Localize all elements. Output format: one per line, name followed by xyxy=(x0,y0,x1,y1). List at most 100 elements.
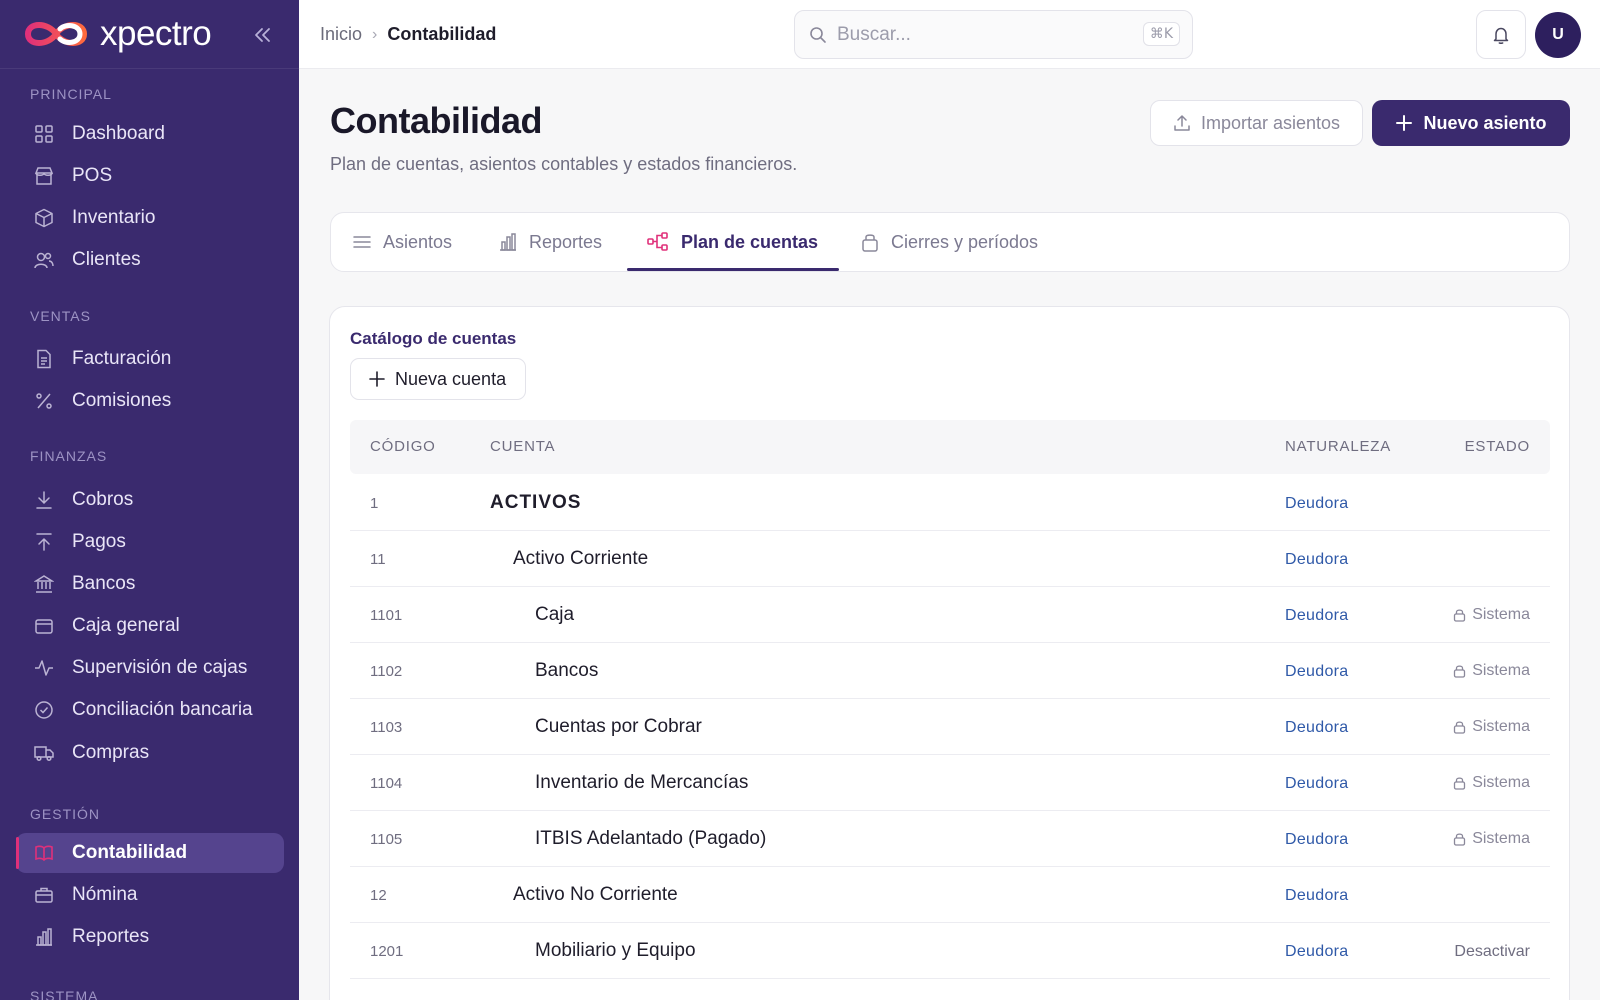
plus-icon xyxy=(1396,115,1413,131)
sidebar-item-nomina[interactable]: Nómina xyxy=(16,875,284,915)
sidebar-item-supervision-cajas[interactable]: Supervisión de cajas xyxy=(16,648,284,688)
account-nature: Deudora xyxy=(1285,775,1349,792)
account-name: Cuentas por Cobrar xyxy=(535,716,702,737)
table-row[interactable]: 1101 Caja Deudora Sistema xyxy=(350,587,1550,643)
sidebar-item-comisiones[interactable]: Comisiones xyxy=(16,381,284,421)
import-entries-label: Importar asientos xyxy=(1200,112,1341,133)
nav-section-label: FINANZAS xyxy=(30,448,108,464)
sidebar-item-label: Caja general xyxy=(72,615,180,636)
account-nature: Deudora xyxy=(1285,607,1349,624)
account-name: Activo No Corriente xyxy=(513,884,678,905)
users-icon xyxy=(34,252,54,269)
sidebar-item-clientes[interactable]: Clientes xyxy=(16,240,284,280)
nav-section-finanzas: FINANZAS xyxy=(0,448,107,464)
column-header-nature[interactable]: NATURALEZA xyxy=(1285,438,1391,455)
lock-icon xyxy=(1454,721,1466,734)
account-nature: Deudora xyxy=(1285,887,1349,904)
status-badge: Sistema xyxy=(1453,606,1530,624)
page-subtitle: Plan de cuentas, asientos contables y es… xyxy=(330,154,798,174)
breadcrumb-current: Contabilidad xyxy=(387,24,497,44)
breadcrumb-home-link[interactable]: Inicio xyxy=(320,24,362,45)
status-text: Sistema xyxy=(1472,774,1530,791)
sidebar-item-reportes[interactable]: Reportes xyxy=(16,917,284,957)
upload-icon xyxy=(36,533,52,551)
sidebar-item-inventario[interactable]: Inventario xyxy=(16,198,284,238)
briefcase-icon xyxy=(35,887,53,903)
status-badge: Sistema xyxy=(1453,774,1530,792)
column-header-status[interactable]: ESTADO xyxy=(1465,438,1530,455)
new-account-button[interactable]: Nueva cuenta xyxy=(350,358,526,400)
sidebar-item-conciliacion[interactable]: Conciliación bancaria xyxy=(16,690,284,730)
collapse-sidebar-icon[interactable] xyxy=(249,22,275,48)
sidebar-item-pagos[interactable]: Pagos xyxy=(16,522,284,562)
sidebar-item-label: Bancos xyxy=(72,573,136,594)
sidebar-item-facturacion[interactable]: Facturación xyxy=(16,339,284,379)
tab-asientos[interactable]: Asientos xyxy=(353,213,452,271)
sidebar-item-caja-general[interactable]: Caja general xyxy=(16,606,284,646)
account-name: Activo Corriente xyxy=(513,548,649,569)
import-entries-button[interactable]: Importar asientos xyxy=(1150,100,1363,146)
deactivate-button[interactable]: Desactivar xyxy=(1454,943,1530,961)
column-header-code[interactable]: CÓDIGO xyxy=(370,438,436,455)
sidebar-item-label: Cobros xyxy=(72,489,134,510)
account-code: 11 xyxy=(370,551,386,568)
sidebar-item-label: Conciliación bancaria xyxy=(72,699,253,720)
tab-reportes[interactable]: Reportes xyxy=(499,213,602,271)
sidebar-item-pos[interactable]: POS xyxy=(16,156,284,196)
search-shortcut: ⌘K xyxy=(1142,22,1180,46)
search-input[interactable] xyxy=(837,23,1137,46)
account-code: 12 xyxy=(370,887,387,904)
account-code: 1105 xyxy=(370,831,403,848)
truck-icon xyxy=(34,746,54,762)
avatar[interactable]: U xyxy=(1535,12,1581,58)
status-text: Sistema xyxy=(1472,718,1530,735)
table-row[interactable]: 1 ACTIVOS Deudora xyxy=(350,475,1550,531)
sidebar-item-label: Supervisión de cajas xyxy=(72,657,248,678)
account-code: 1 xyxy=(370,495,379,512)
status-badge: Sistema xyxy=(1453,830,1530,848)
sidebar-item-label: Facturación xyxy=(72,348,172,369)
status-text: Sistema xyxy=(1472,606,1530,623)
sidebar-item-cobros[interactable]: Cobros xyxy=(16,480,284,520)
account-nature: Deudora xyxy=(1285,943,1349,960)
new-entry-button[interactable]: Nuevo asiento xyxy=(1372,100,1570,146)
hierarchy-icon xyxy=(647,232,668,251)
table-row[interactable]: 1102 Bancos Deudora Sistema xyxy=(350,643,1550,699)
sidebar-item-dashboard[interactable]: Dashboard xyxy=(16,114,284,154)
sidebar-item-label: Nómina xyxy=(72,884,138,905)
tab-label: Asientos xyxy=(383,231,453,252)
table-row[interactable]: 1104 Inventario de Mercancías Deudora Si… xyxy=(350,755,1550,811)
column-header-account[interactable]: CUENTA xyxy=(490,438,555,455)
account-code: 1201 xyxy=(370,943,404,960)
account-name: Inventario de Mercancías xyxy=(535,772,749,793)
account-nature: Deudora xyxy=(1285,663,1349,680)
breadcrumb-separator: › xyxy=(372,25,378,43)
tab-cierres[interactable]: Cierres y períodos xyxy=(861,213,1038,271)
new-entry-label: Nuevo asiento xyxy=(1423,112,1547,133)
account-name: Mobiliario y Equipo xyxy=(535,940,696,961)
sidebar-item-contabilidad[interactable]: Contabilidad xyxy=(16,833,284,873)
sidebar-item-label: Contabilidad xyxy=(72,842,188,863)
sidebar-item-label: Dashboard xyxy=(72,123,165,144)
table-row[interactable]: 1103 Cuentas por Cobrar Deudora Sistema xyxy=(350,699,1550,755)
table-row[interactable]: 1105 ITBIS Adelantado (Pagado) Deudora S… xyxy=(350,811,1550,867)
account-name: Caja xyxy=(535,604,575,625)
table-row[interactable]: 12 Activo No Corriente Deudora xyxy=(350,867,1550,923)
sidebar-item-compras[interactable]: Compras xyxy=(16,733,284,773)
lock-icon xyxy=(1454,665,1466,678)
store-icon xyxy=(34,167,54,185)
sidebar-item-label: Inventario xyxy=(72,207,156,228)
nav-section-label: SISTEMA xyxy=(30,988,99,1000)
nav-section-ventas: VENTAS xyxy=(0,308,91,324)
table-row[interactable]: 11 Activo Corriente Deudora xyxy=(350,531,1550,587)
account-code: 1102 xyxy=(370,663,403,680)
tab-plan-de-cuentas[interactable]: Plan de cuentas xyxy=(647,213,818,271)
bank-icon xyxy=(34,575,54,593)
notifications-button[interactable] xyxy=(1476,10,1526,59)
nav-section-label: PRINCIPAL xyxy=(30,86,112,102)
topbar: Inicio › Contabilidad ⌘K U xyxy=(299,0,1600,69)
sidebar-item-bancos[interactable]: Bancos xyxy=(16,564,284,604)
search-box[interactable]: ⌘K xyxy=(794,10,1193,59)
table-row[interactable]: 1201 Mobiliario y Equipo Deudora Desacti… xyxy=(350,923,1550,979)
brand: xpectro xyxy=(0,0,299,69)
